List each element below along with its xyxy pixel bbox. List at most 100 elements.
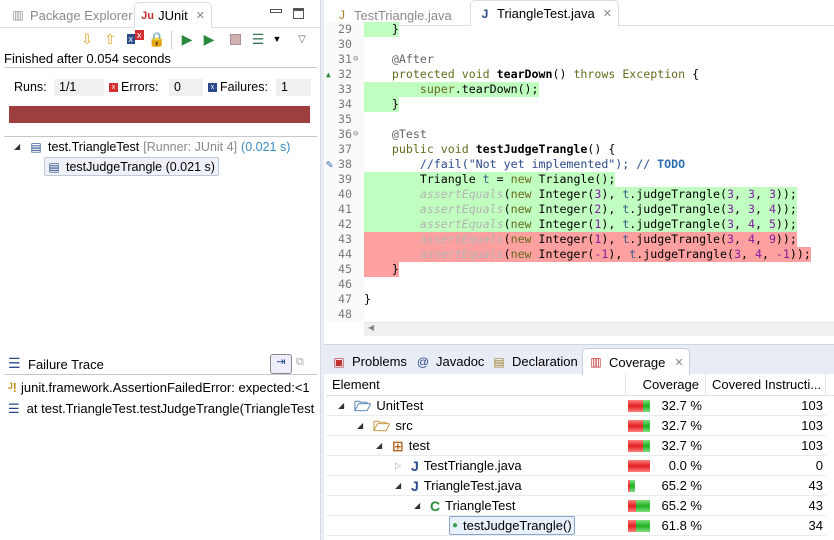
dropdown-icon[interactable]: ▼ — [268, 30, 286, 48]
code-token: } — [364, 97, 399, 111]
coverage-element[interactable]: ⊞ test — [392, 436, 430, 456]
collapse-arrow-icon[interactable]: ◢ — [338, 396, 344, 416]
trace-line[interactable]: ☰ at test.TriangleTest.testJudgeTrangle(… — [8, 399, 314, 418]
code-line[interactable]: 34 } — [324, 97, 834, 112]
code-line[interactable]: 41 assertEquals(new Integer(2), t.judgeT… — [324, 202, 834, 217]
coverage-element[interactable]: 🗁 UnitTest — [354, 396, 423, 416]
filter-stack-button[interactable]: ⇥ — [270, 354, 292, 374]
coverage-element[interactable]: 🗁 src — [373, 416, 413, 436]
rerun-failed-first-icon[interactable]: ▶ — [200, 30, 218, 48]
line-number: 46 — [338, 277, 352, 291]
code-line[interactable]: 31 ⊖ @After — [324, 52, 834, 67]
maximize-button[interactable] — [293, 8, 304, 19]
line-number: 29 — [338, 22, 352, 36]
code-token: Exception — [622, 67, 686, 81]
code-line[interactable]: 45 } — [324, 262, 834, 277]
coverage-row[interactable]: ▷ J TestTriangle.java 0.0 % 0 — [326, 456, 826, 476]
test-suite-node[interactable]: ◢ ▤ test.TriangleTest [Runner: JUnit 4] … — [14, 137, 290, 156]
horizontal-scrollbar[interactable]: ◀ — [364, 322, 834, 336]
code-token: void — [440, 142, 469, 156]
coverage-row[interactable]: ◢ ⊞ test 32.7 % 103 — [326, 436, 826, 456]
code-token: , — [734, 232, 748, 246]
tab-junit[interactable]: Ju JUnit ✕ — [134, 2, 212, 28]
code-token: } — [364, 22, 399, 36]
column-coverage[interactable]: Coverage — [626, 374, 706, 396]
history-icon[interactable]: ☰ — [249, 30, 267, 48]
code-line[interactable]: 43 assertEquals(new Integer(1), t.judgeT… — [324, 232, 834, 247]
coverage-row[interactable]: ● testJudgeTrangle() 61.8 % 34 — [326, 516, 826, 536]
test-case-node[interactable]: ▤ testJudgeTrangle (0.021 s) — [44, 157, 219, 176]
code-token: 3 — [734, 247, 741, 261]
column-element[interactable]: Element — [326, 374, 626, 396]
collapse-arrow-icon[interactable]: ◢ — [357, 416, 363, 436]
coverage-row[interactable]: ◢ 🗁 src 32.7 % 103 — [326, 416, 826, 436]
coverage-row[interactable]: ◢ 🗁 UnitTest 32.7 % 103 — [326, 396, 826, 416]
previous-failure-icon[interactable]: ⇧ — [101, 30, 119, 48]
show-failures-only-icon[interactable]: xx — [126, 30, 144, 48]
minimize-button[interactable] — [270, 9, 282, 13]
code-line[interactable]: 48 — [324, 307, 834, 322]
close-icon[interactable]: ✕ — [196, 9, 205, 22]
tab-problems[interactable]: ▣ Problems — [326, 348, 412, 375]
column-covered-instructions[interactable]: Covered Instructi... — [706, 374, 826, 396]
fold-icon[interactable]: ⊖ — [353, 127, 358, 142]
code-token: super — [419, 82, 455, 96]
code-line[interactable]: 44 assertEquals(new Integer(-1), t.judge… — [324, 247, 834, 262]
scroll-lock-icon[interactable]: 🔒 — [148, 30, 166, 48]
code-line[interactable]: 38 ✎ //fail("Not yet implemented"); // TO… — [324, 157, 834, 172]
compare-result-button[interactable]: ⧉ — [296, 356, 304, 369]
tab-package-explorer[interactable]: ▥ Package Explorer — [4, 2, 139, 28]
code-token: assertEquals — [419, 217, 504, 231]
covered-instructions: 34 — [808, 518, 823, 533]
code-line[interactable]: 30 — [324, 37, 834, 52]
code-line[interactable]: 35 — [324, 112, 834, 127]
tab-declaration[interactable]: ▤ Declaration — [486, 348, 583, 375]
coverage-element[interactable]: ● testJudgeTrangle() — [449, 516, 575, 535]
code-text: } — [364, 262, 399, 277]
code-line[interactable]: 37 public void testJudgeTrangle() { — [324, 142, 834, 157]
coverage-element[interactable]: C TriangleTest — [430, 496, 515, 516]
code-line[interactable]: 42 assertEquals(new Integer(1), t.judgeT… — [324, 217, 834, 232]
trace-line[interactable]: ᴶ! junit.framework.AssertionFailedError:… — [8, 378, 310, 397]
code-line[interactable]: 36 ⊖ @Test — [324, 127, 834, 142]
code-line[interactable]: 47} — [324, 292, 834, 307]
code-line[interactable]: 46 — [324, 277, 834, 292]
coverage-element[interactable]: J TriangleTest.java — [411, 476, 522, 496]
code-token: } — [364, 262, 399, 276]
code-line[interactable]: 33 super.tearDown(); — [324, 82, 834, 97]
expand-arrow-icon[interactable]: ◢ — [14, 142, 24, 151]
coverage-row[interactable]: ◢ J TriangleTest.java 65.2 % 43 — [326, 476, 826, 496]
coverage-table-header: Element Coverage Covered Instructi... — [326, 374, 834, 396]
fold-icon[interactable]: ⊖ — [353, 52, 358, 67]
coverage-row[interactable]: ◢ C TriangleTest 65.2 % 43 — [326, 496, 826, 516]
scroll-left-icon[interactable]: ◀ — [368, 323, 374, 332]
code-line[interactable]: 40 assertEquals(new Integer(3), t.judgeT… — [324, 187, 834, 202]
collapse-arrow-icon[interactable]: ◢ — [395, 476, 401, 496]
code-token: )); — [789, 247, 811, 261]
failures-value: 1 — [276, 79, 311, 96]
close-icon[interactable]: ✕ — [603, 7, 612, 20]
collapse-arrow-icon[interactable]: ◢ — [414, 496, 420, 516]
expand-arrow-icon[interactable]: ▷ — [395, 456, 401, 476]
close-icon[interactable]: ✕ — [674, 356, 683, 369]
code-line[interactable]: 29 } — [324, 22, 834, 37]
code-line[interactable]: 39 Triangle t = new Triangle(); — [324, 172, 834, 187]
code-token: Integer( — [531, 217, 595, 231]
code-editor[interactable]: 29 } 30 31 ⊖ @After 32 ▲ protected void tearD… — [324, 22, 834, 322]
stop-icon[interactable] — [226, 30, 244, 48]
collapse-arrow-icon[interactable]: ◢ — [376, 436, 382, 456]
code-token: Integer( — [531, 247, 595, 261]
code-token: () { — [587, 142, 616, 156]
code-token: assertEquals — [419, 232, 504, 246]
coverage-element[interactable]: J TestTriangle.java — [411, 456, 522, 476]
next-failure-icon[interactable]: ⇩ — [78, 30, 96, 48]
code-token: t — [482, 172, 490, 186]
tab-coverage[interactable]: ▥ Coverage ✕ — [582, 348, 690, 375]
tab-javadoc[interactable]: @ Javadoc — [410, 348, 489, 375]
rerun-icon[interactable]: ▶ — [178, 30, 196, 48]
code-token: assertEquals — [419, 247, 504, 261]
view-menu-icon[interactable]: ▽ — [293, 30, 311, 48]
code-text: @Test — [364, 127, 427, 142]
code-line[interactable]: 32 ▲ protected void tearDown() throws Exc… — [324, 67, 834, 82]
